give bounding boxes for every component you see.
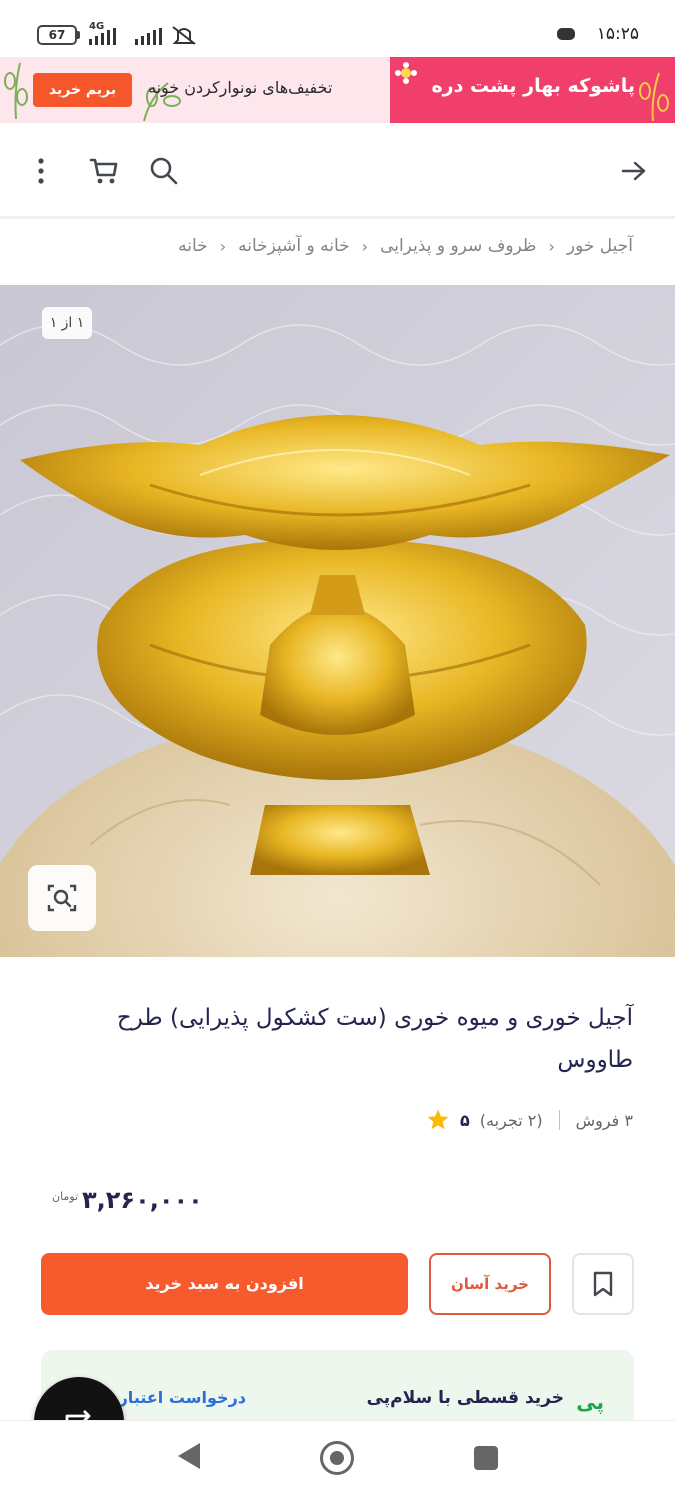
rating-score: ۵ (460, 1110, 470, 1130)
system-nav-bar (0, 1420, 675, 1500)
signal-icon (89, 28, 125, 45)
cart-icon (89, 158, 118, 184)
chevron-left-icon: ‹ (361, 236, 369, 256)
breadcrumb-item-serving[interactable]: ظروف سرو و پذیرایی (380, 236, 536, 256)
add-to-cart-button[interactable]: افزودن به سبد خرید (41, 1253, 408, 1315)
image-search-button[interactable] (28, 865, 96, 931)
image-counter: ۱ از ۱ (42, 307, 92, 339)
battery-indicator: 67 (37, 25, 77, 45)
nav-recents-icon[interactable] (474, 1446, 498, 1470)
price-currency: تومان (52, 1190, 79, 1203)
chevron-left-icon: ‹ (548, 236, 555, 256)
back-button[interactable] (614, 151, 654, 191)
promo-banner[interactable]: بریم خرید تخفیف‌های نونوارکردن خونه پاشو… (0, 57, 675, 123)
star-icon (427, 1109, 449, 1130)
more-button[interactable] (21, 151, 61, 191)
nav-back-icon[interactable] (178, 1443, 200, 1469)
search-button[interactable] (144, 151, 184, 191)
product-title: آجیل خوری و میوه خوری (ست کشکول پذیرایی)… (116, 1005, 633, 1073)
rating-row: ۵ (۲ تجربه) ۳ فروش (426, 1108, 633, 1132)
breadcrumb: خانه ‹ خانه و آشپزخانه ‹ ظروف سرو و پذیر… (178, 228, 633, 264)
credit-request-link[interactable]: درخواست اعتبار (116, 1388, 246, 1407)
easy-buy-button[interactable]: خرید آسان (429, 1253, 551, 1315)
search-icon (150, 157, 178, 185)
bookmark-button[interactable] (572, 1253, 634, 1315)
product-toolbar (0, 123, 675, 219)
chevron-left-icon: ‹ (219, 236, 227, 256)
gamepad-icon (557, 28, 575, 40)
more-vertical-icon (38, 158, 44, 184)
promo-subtitle: تخفیف‌های نونوارکردن خونه (148, 78, 333, 97)
sales-count: ۳ فروش (575, 1110, 633, 1130)
bookmark-icon (593, 1271, 613, 1297)
promo-title: پاشوکه بهار پشت دره (431, 75, 635, 97)
breadcrumb-item-home[interactable]: خانه (178, 236, 208, 256)
nav-home-icon[interactable] (320, 1441, 354, 1475)
leaf-decoration-icon (4, 62, 28, 120)
breadcrumb-item-nut-bowl[interactable]: آجیل خور (567, 236, 633, 256)
flower-decoration-icon (395, 62, 417, 84)
leaf-decoration-icon (639, 72, 669, 122)
product-image[interactable] (0, 285, 675, 957)
review-count[interactable]: (۲ تجربه) (480, 1111, 543, 1130)
breadcrumb-item-home-kitchen[interactable]: خانه و آشپزخانه (238, 236, 350, 256)
image-search-icon (47, 884, 77, 912)
status-bar: 67 4G ۱۵:۲۵ (0, 0, 675, 56)
signal-icon-2 (135, 28, 171, 45)
mute-icon (172, 26, 196, 45)
status-time: ۱۵:۲۵ (596, 24, 639, 44)
promo-title-panel: پاشوکه بهار پشت دره (390, 57, 675, 123)
cart-button[interactable] (84, 151, 124, 191)
divider (558, 1110, 560, 1130)
salampay-logo: پی (576, 1390, 604, 1414)
product-price: ۳,۲۶۰,۰۰۰ (82, 1186, 203, 1214)
product-photo (0, 285, 675, 957)
installment-text: خرید قسطی با سلام‌پی (366, 1388, 564, 1408)
promo-shop-button[interactable]: بریم خرید (33, 73, 132, 107)
battery-tip (77, 31, 80, 39)
arrow-right-icon (621, 161, 646, 181)
